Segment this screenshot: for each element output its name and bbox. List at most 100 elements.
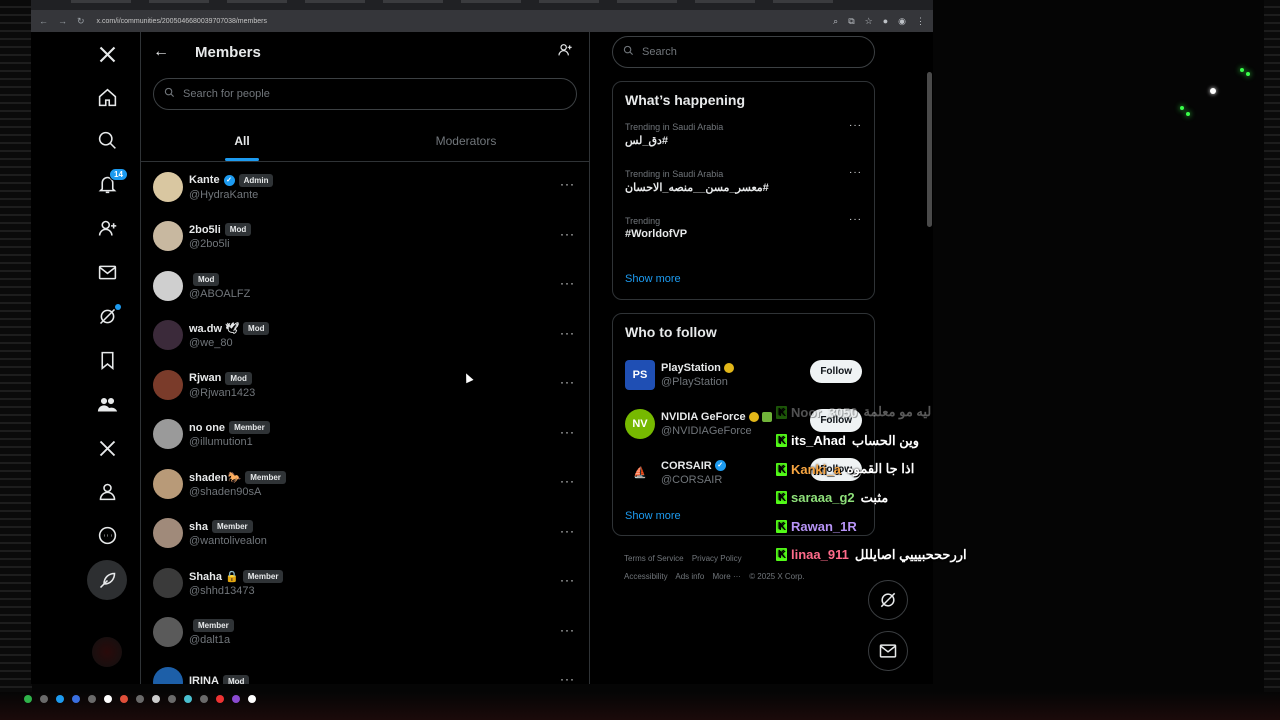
follow-handle[interactable]: @CORSAIR	[661, 474, 726, 486]
grok-fab-button[interactable]	[868, 580, 908, 620]
avatar[interactable]	[153, 171, 183, 202]
more-options-icon[interactable]: ···	[560, 276, 575, 290]
member-row[interactable]: IRINA Mod ···	[141, 657, 589, 684]
app-icon[interactable]	[200, 695, 208, 703]
messages-fab-button[interactable]	[868, 631, 908, 671]
member-handle[interactable]: @Rjwan1423	[189, 387, 255, 399]
profile-icon[interactable]	[85, 469, 129, 513]
avatar[interactable]	[153, 369, 183, 400]
app-icon[interactable]	[184, 695, 192, 703]
ads-info-link[interactable]: Ads info	[675, 572, 704, 581]
member-row[interactable]: sha Member @wantolivealon ···	[141, 509, 589, 559]
member-name[interactable]: IRINA	[189, 675, 219, 684]
follow-handle[interactable]: @NVIDIAGeForce	[661, 425, 772, 437]
x-premium-icon[interactable]	[85, 426, 129, 470]
tab-all[interactable]: All	[141, 120, 343, 161]
show-more-trends-link[interactable]: Show more	[625, 259, 862, 299]
x-logo-icon[interactable]	[85, 32, 129, 76]
member-handle[interactable]: @2bo5li	[189, 238, 251, 250]
app-icon[interactable]	[232, 695, 240, 703]
avatar[interactable]	[153, 666, 183, 684]
reload-icon[interactable]: ↻	[77, 16, 85, 27]
address-bar[interactable]: ← → ↻ x.com/i/communities/2005046680039707…	[31, 10, 933, 32]
more-options-icon[interactable]: ···	[560, 177, 575, 191]
search-input[interactable]: Search	[612, 36, 875, 68]
more-options-icon[interactable]: ···	[560, 474, 575, 488]
back-arrow-icon[interactable]: ←	[153, 43, 173, 61]
member-handle[interactable]: @illumution1	[189, 436, 270, 448]
app-icon[interactable]	[152, 695, 160, 703]
avatar[interactable]	[153, 320, 183, 351]
app-icon[interactable]	[40, 695, 48, 703]
member-row[interactable]: Mod @ABOALFZ ···	[141, 261, 589, 311]
follow-name[interactable]: NVIDIA GeForce	[661, 411, 746, 423]
profile-icon[interactable]: ◉	[898, 16, 906, 27]
app-icon[interactable]	[72, 695, 80, 703]
member-row[interactable]: Shaha 🔒 Member @shhd13473 ···	[141, 558, 589, 608]
member-handle[interactable]: @shaden90sA	[189, 486, 286, 498]
more-options-icon[interactable]: ···	[560, 326, 575, 340]
member-name[interactable]: no one	[189, 422, 225, 434]
app-icon[interactable]	[168, 695, 176, 703]
member-row[interactable]: Rjwan Mod @Rjwan1423 ···	[141, 360, 589, 410]
more-options-icon[interactable]: ···	[849, 214, 862, 225]
grok-icon[interactable]	[85, 294, 129, 338]
avatar[interactable]	[153, 221, 183, 252]
terms-link[interactable]: Terms of Service	[624, 554, 684, 563]
member-row[interactable]: Kante ✓ Admin @HydraKante ···	[141, 162, 589, 212]
more-options-icon[interactable]: ···	[849, 167, 862, 178]
follow-name[interactable]: PlayStation	[661, 362, 721, 374]
more-icon[interactable]	[85, 513, 129, 557]
follow-suggestion[interactable]: PS PlayStation @PlayStation Follow	[625, 350, 862, 399]
more-options-icon[interactable]: ···	[560, 672, 575, 684]
avatar[interactable]	[153, 468, 183, 499]
star-icon[interactable]: ☆	[865, 16, 873, 27]
trend-item[interactable]: Trending #WorldofVP ···	[625, 212, 862, 259]
app-icon[interactable]	[104, 695, 112, 703]
member-name[interactable]: wa.dw 🕊	[189, 322, 239, 335]
more-link[interactable]: More ···	[713, 572, 741, 581]
app-icon[interactable]	[24, 695, 32, 703]
follow-button[interactable]: Follow	[810, 360, 862, 383]
avatar[interactable]: NV	[625, 408, 655, 439]
member-handle[interactable]: @dalt1a	[189, 634, 234, 646]
member-handle[interactable]: @shhd13473	[189, 585, 283, 597]
member-row[interactable]: wa.dw 🕊 Mod @we_80 ···	[141, 311, 589, 361]
member-name[interactable]: Rjwan	[189, 372, 221, 384]
search-people-input[interactable]: Search for people	[153, 78, 577, 110]
avatar[interactable]	[153, 270, 183, 301]
browser-nav[interactable]: ← → ↻	[39, 16, 85, 27]
extensions-bar[interactable]: ⌕ ⧉ ☆ ● ◉ ⋮	[833, 16, 925, 27]
notifications-icon[interactable]: 14	[85, 162, 129, 206]
forward-icon[interactable]: →	[58, 16, 67, 27]
follow-handle[interactable]: @PlayStation	[661, 376, 734, 388]
member-row[interactable]: no one Member @illumution1 ···	[141, 410, 589, 460]
member-name[interactable]: 2bo5li	[189, 224, 221, 236]
member-handle[interactable]: @we_80	[189, 337, 269, 349]
member-name[interactable]: Shaha 🔒	[189, 570, 239, 583]
trend-item[interactable]: Trending in Saudi Arabia #دق_لس ···	[625, 118, 862, 165]
avatar[interactable]	[153, 419, 183, 450]
tab-moderators[interactable]: Moderators	[343, 120, 589, 161]
more-options-icon[interactable]: ···	[560, 573, 575, 587]
scrollbar[interactable]	[927, 72, 932, 227]
more-options-icon[interactable]: ···	[560, 524, 575, 538]
app-icon[interactable]	[248, 695, 256, 703]
member-handle[interactable]: @wantolivealon	[189, 535, 267, 547]
avatar[interactable]: ⛵	[625, 457, 655, 488]
app-icon[interactable]	[56, 695, 64, 703]
home-icon[interactable]	[85, 75, 129, 119]
follow-name[interactable]: CORSAIR	[661, 460, 712, 472]
account-switcher[interactable]	[85, 630, 129, 674]
app-icon[interactable]	[136, 695, 144, 703]
menu-icon[interactable]: ⋮	[916, 16, 925, 27]
app-icon[interactable]	[88, 695, 96, 703]
post-button[interactable]	[87, 560, 127, 600]
more-options-icon[interactable]: ···	[560, 375, 575, 389]
avatar[interactable]	[153, 518, 183, 549]
search-icon[interactable]	[85, 118, 129, 162]
trend-item[interactable]: Trending in Saudi Arabia #معسر_مسن__منصه…	[625, 165, 862, 212]
privacy-link[interactable]: Privacy Policy	[692, 554, 742, 563]
add-member-icon[interactable]	[557, 42, 573, 63]
follow-icon[interactable]	[85, 206, 129, 250]
